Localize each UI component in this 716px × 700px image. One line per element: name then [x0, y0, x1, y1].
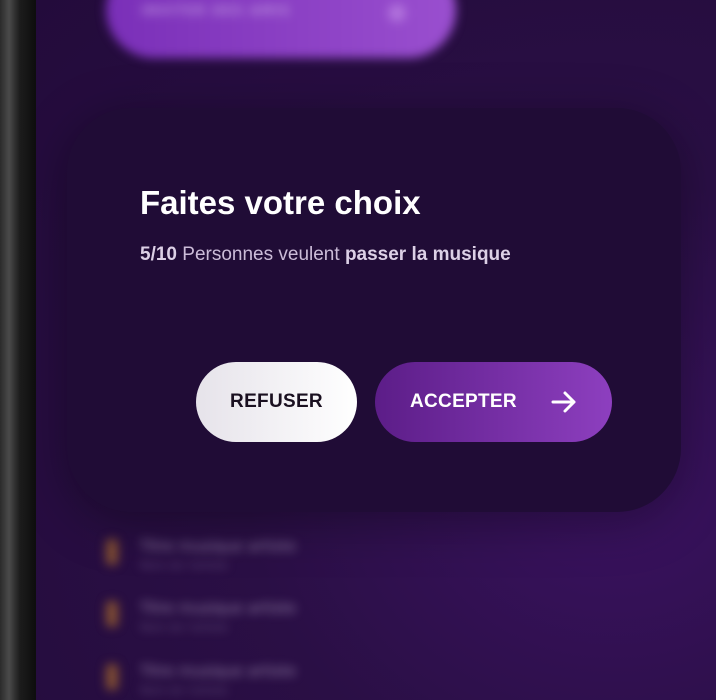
refuse-button-label: REFUSER	[230, 391, 323, 412]
choice-dialog: Faites votre choix 5/10 Personnes veulen…	[67, 108, 681, 512]
list-item-title: Titre musique artiste	[140, 599, 297, 617]
app-screen: INVITER DES AMIS Titre musique artiste N…	[36, 0, 716, 700]
background-list-item: Titre musique artiste Nom de l'artiste	[106, 597, 446, 647]
vote-text: Personnes veulent	[182, 244, 340, 265]
music-icon	[106, 539, 118, 565]
list-item-subtitle: Nom de l'artiste	[140, 559, 228, 572]
background-top-button-label: INVITER DES AMIS	[141, 4, 291, 19]
background-list-item: Titre musique artiste Nom de l'artiste	[106, 660, 446, 700]
background-list-item: Titre musique artiste Nom de l'artiste	[106, 535, 446, 585]
list-item-title: Titre musique artiste	[140, 537, 297, 555]
vote-status: 5/10 Personnes veulent passer la musique	[140, 244, 511, 266]
accept-button[interactable]: ACCEPTER	[375, 362, 612, 442]
vote-action: passer la musique	[344, 244, 511, 265]
music-icon	[106, 664, 118, 690]
list-item-title: Titre musique artiste	[140, 662, 297, 680]
refuse-button[interactable]: REFUSER	[196, 362, 357, 442]
phone-frame-edge	[0, 0, 36, 700]
background-plus-icon	[388, 4, 406, 22]
accept-button-label: ACCEPTER	[410, 391, 517, 412]
dialog-title: Faites votre choix	[140, 184, 421, 221]
list-item-subtitle: Nom de l'artiste	[140, 684, 228, 697]
arrow-right-icon	[551, 391, 576, 413]
vote-count: 5/10	[140, 244, 177, 265]
music-icon	[106, 601, 118, 627]
list-item-subtitle: Nom de l'artiste	[140, 621, 228, 634]
